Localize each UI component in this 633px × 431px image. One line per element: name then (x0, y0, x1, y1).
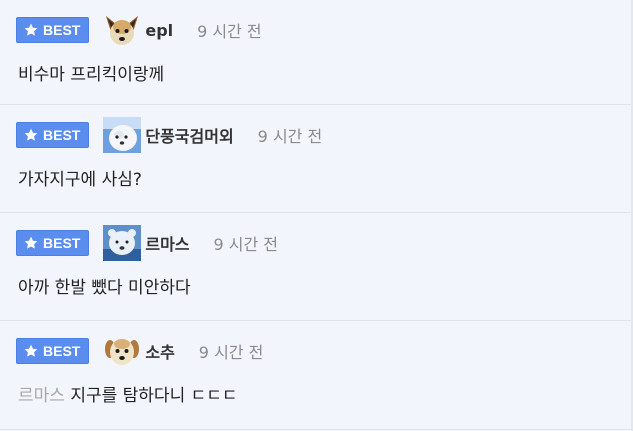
author-nickname[interactable]: 소추 (145, 339, 174, 363)
dog-face-icon[interactable] (103, 12, 141, 48)
star-icon (24, 128, 38, 141)
best-badge: BEST (16, 230, 90, 256)
comment-text: 르마스 지구를 탐하다니 ㄷㄷㄷ (18, 381, 238, 406)
comment-header: BEST 소추 9 시간 전 (16, 333, 263, 369)
author-nickname[interactable]: epl (145, 21, 173, 40)
author-nickname[interactable]: 르마스 (145, 231, 189, 255)
comment-text: 아까 한발 뺐다 미안하다 (18, 273, 191, 298)
comment-body: 비수마 프리킥이랑께 (18, 65, 165, 85)
comment-text: 비수마 프리킥이랑께 (18, 60, 164, 85)
mention-link[interactable]: 르마스 (18, 386, 65, 406)
timestamp: 9 시간 전 (213, 235, 279, 254)
comment-item: BEST 르마스 9 시간 전 아까 한발 뺐다 미안하다 (0, 213, 631, 321)
timestamp: 9 시간 전 (257, 127, 323, 146)
polar-bear-icon[interactable] (103, 225, 142, 261)
best-badge: BEST (16, 122, 90, 148)
comment-list: BEST epl 9 시간 전 비수마 프리킥이랑께 BEST 단풍국검머외 9… (0, 0, 633, 431)
best-label: BEST (43, 22, 81, 38)
puppy-face-icon[interactable] (103, 333, 141, 369)
best-label: BEST (43, 127, 81, 143)
best-badge: BEST (16, 17, 90, 43)
comment-header: BEST 단풍국검머외 9 시간 전 (16, 117, 322, 153)
star-icon (24, 344, 38, 357)
timestamp: 9 시간 전 (197, 22, 262, 41)
comment-header: BEST 르마스 9 시간 전 (16, 225, 278, 261)
star-icon (24, 23, 38, 36)
white-dog-icon[interactable] (103, 117, 142, 153)
comment-text: 가자지구에 사심? (18, 165, 142, 190)
best-badge: BEST (16, 338, 90, 364)
comment-body: 가자지구에 사심? (18, 170, 142, 190)
comment-item: BEST epl 9 시간 전 비수마 프리킥이랑께 (0, 0, 631, 105)
author-nickname[interactable]: 단풍국검머외 (145, 123, 233, 147)
best-label: BEST (43, 343, 81, 359)
comment-header: BEST epl 9 시간 전 (16, 12, 262, 48)
star-icon (24, 236, 38, 249)
best-label: BEST (43, 235, 81, 251)
comment-body: 지구를 탐하다니 ㄷㄷㄷ (70, 386, 238, 406)
comment-item: BEST 소추 9 시간 전 르마스 지구를 탐하다니 ㄷㄷㄷ (0, 321, 631, 430)
comment-item: BEST 단풍국검머외 9 시간 전 가자지구에 사심? (0, 105, 631, 213)
timestamp: 9 시간 전 (198, 343, 264, 362)
comment-body: 아까 한발 뺐다 미안하다 (18, 278, 191, 298)
